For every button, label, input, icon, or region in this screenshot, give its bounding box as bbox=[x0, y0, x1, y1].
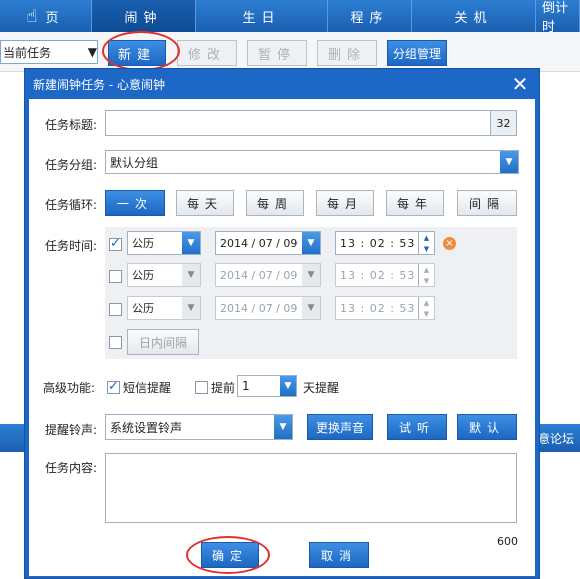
edit-button[interactable]: 修改 bbox=[177, 40, 237, 66]
delete-button[interactable]: 删除 bbox=[317, 40, 377, 66]
cycle-weekly-button[interactable]: 每周 bbox=[246, 190, 304, 216]
content-label: 任务内容: bbox=[45, 461, 98, 475]
chevron-down-icon: ▼ bbox=[182, 297, 200, 319]
sms-label: 短信提醒 bbox=[123, 381, 172, 395]
chevron-down-icon: ▼ bbox=[87, 45, 97, 59]
advanced-label: 高级功能: bbox=[43, 381, 96, 395]
ringtone-select[interactable]: 系统设置铃声 ▼ bbox=[105, 414, 293, 440]
cycle-once-button[interactable]: 一次 bbox=[105, 190, 165, 216]
chevron-down-icon: ▼ bbox=[302, 297, 320, 319]
date-picker-2[interactable]: 2014 / 07 / 09 ▼ bbox=[215, 263, 321, 287]
intraday-checkbox[interactable] bbox=[109, 336, 122, 349]
content-char-counter: 600 bbox=[497, 535, 518, 548]
dialog-title: 新建闹钟任务 - 心意闹钟 bbox=[33, 77, 165, 92]
annotation-ellipse-new bbox=[102, 31, 180, 71]
sms-checkbox[interactable] bbox=[107, 379, 120, 394]
cycle-yearly-button[interactable]: 每年 bbox=[386, 190, 444, 216]
calendar-type-select-2[interactable]: 公历 ▼ bbox=[127, 263, 201, 287]
forum-link[interactable]: 意论坛 bbox=[538, 424, 574, 452]
advance-label: 提前 bbox=[211, 381, 236, 395]
advance-days-select[interactable]: 1 ▼ bbox=[237, 375, 297, 397]
chevron-down-icon: ▼ bbox=[500, 151, 518, 173]
advance-checkbox[interactable] bbox=[195, 381, 208, 394]
chevron-down-icon: ▼ bbox=[274, 415, 292, 439]
group-label: 任务分组: bbox=[45, 158, 98, 172]
task-title-label: 任务标题: bbox=[45, 118, 98, 132]
calendar-type-select-3[interactable]: 公历 ▼ bbox=[127, 296, 201, 320]
new-alarm-dialog: 新建闹钟任务 - 心意闹钟 ✕ 任务标题: 32 任务分组: 默认分组 ▼ 任务… bbox=[24, 68, 540, 579]
chevron-down-icon: ▼ bbox=[302, 264, 320, 286]
title-char-counter: 32 bbox=[490, 111, 516, 135]
time-row-2-checkbox[interactable] bbox=[109, 270, 122, 283]
time-label: 任务时间: bbox=[45, 239, 98, 253]
task-title-input[interactable]: 32 bbox=[105, 110, 517, 136]
cycle-monthly-button[interactable]: 每月 bbox=[316, 190, 374, 216]
chevron-down-icon: ▼ bbox=[182, 264, 200, 286]
time-panel: 公历 ▼ 2014 / 07 / 09 ▼ 13 : 02 : 53 ▲▼ × … bbox=[105, 227, 517, 359]
default-sound-button[interactable]: 默认 bbox=[457, 414, 517, 440]
tab-program[interactable]: 程序 bbox=[328, 0, 412, 32]
tab-birthday[interactable]: 生日 bbox=[196, 0, 328, 32]
chevron-down-icon: ▼ bbox=[182, 232, 200, 254]
arrow-down-icon[interactable]: ▼ bbox=[419, 275, 434, 286]
arrow-up-icon[interactable]: ▲ bbox=[419, 232, 434, 243]
ringtone-label: 提醒铃声: bbox=[45, 423, 98, 437]
listen-button[interactable]: 试听 bbox=[387, 414, 447, 440]
chevron-down-icon: ▼ bbox=[280, 376, 296, 396]
chevron-down-icon: ▼ bbox=[302, 232, 320, 254]
intraday-interval-button[interactable]: 日内间隔 bbox=[127, 329, 199, 355]
arrow-down-icon[interactable]: ▼ bbox=[419, 308, 434, 319]
arrow-up-icon[interactable]: ▲ bbox=[419, 264, 434, 275]
cycle-label: 任务循环: bbox=[45, 198, 98, 212]
top-tab-bar: ☝ 页 闹钟 生日 程序 关机 倒计时 bbox=[0, 0, 580, 35]
time-row-1-checkbox[interactable] bbox=[109, 236, 122, 251]
dialog-body: 任务标题: 32 任务分组: 默认分组 ▼ 任务循环: 一次 每天 每周 每月 … bbox=[29, 99, 535, 576]
tab-countdown[interactable]: 倒计时 bbox=[536, 0, 580, 35]
remove-time-icon[interactable]: × bbox=[443, 237, 456, 250]
time-row-3-checkbox[interactable] bbox=[109, 303, 122, 316]
tab-shutdown[interactable]: 关机 bbox=[412, 0, 536, 32]
time-spinner-1[interactable]: 13 : 02 : 53 ▲ ▼ bbox=[335, 231, 435, 255]
change-sound-button[interactable]: 更换声音 bbox=[307, 414, 373, 440]
time-spinner-2[interactable]: 13 : 02 : 53 ▲ ▼ bbox=[335, 263, 435, 287]
arrow-down-icon[interactable]: ▼ bbox=[419, 243, 434, 254]
group-manage-button[interactable]: 分组管理 bbox=[387, 40, 447, 66]
calendar-type-select-1[interactable]: 公历 ▼ bbox=[127, 231, 201, 255]
days-remind-label: 天提醒 bbox=[303, 381, 340, 395]
tab-home[interactable]: ☝ 页 bbox=[0, 0, 92, 32]
task-filter-select[interactable]: 当前任务 ▼ bbox=[0, 40, 98, 64]
annotation-ellipse-ok bbox=[186, 536, 270, 574]
background-panel-left bbox=[0, 72, 24, 424]
cancel-button[interactable]: 取消 bbox=[309, 542, 369, 568]
tab-alarm[interactable]: 闹钟 bbox=[92, 0, 196, 32]
time-spinner-3[interactable]: 13 : 02 : 53 ▲ ▼ bbox=[335, 296, 435, 320]
close-icon[interactable]: ✕ bbox=[509, 73, 531, 95]
cycle-daily-button[interactable]: 每天 bbox=[176, 190, 234, 216]
toolbar: 当前任务 ▼ 新建 修改 暂停 删除 分组管理 bbox=[0, 32, 580, 72]
hand-cursor-icon: ☝ bbox=[26, 5, 38, 27]
pause-button[interactable]: 暂停 bbox=[247, 40, 307, 66]
arrow-up-icon[interactable]: ▲ bbox=[419, 297, 434, 308]
date-picker-1[interactable]: 2014 / 07 / 09 ▼ bbox=[215, 231, 321, 255]
task-content-textarea[interactable] bbox=[105, 453, 517, 523]
group-select[interactable]: 默认分组 ▼ bbox=[105, 150, 519, 174]
date-picker-3[interactable]: 2014 / 07 / 09 ▼ bbox=[215, 296, 321, 320]
cycle-interval-button[interactable]: 间隔 bbox=[457, 190, 517, 216]
